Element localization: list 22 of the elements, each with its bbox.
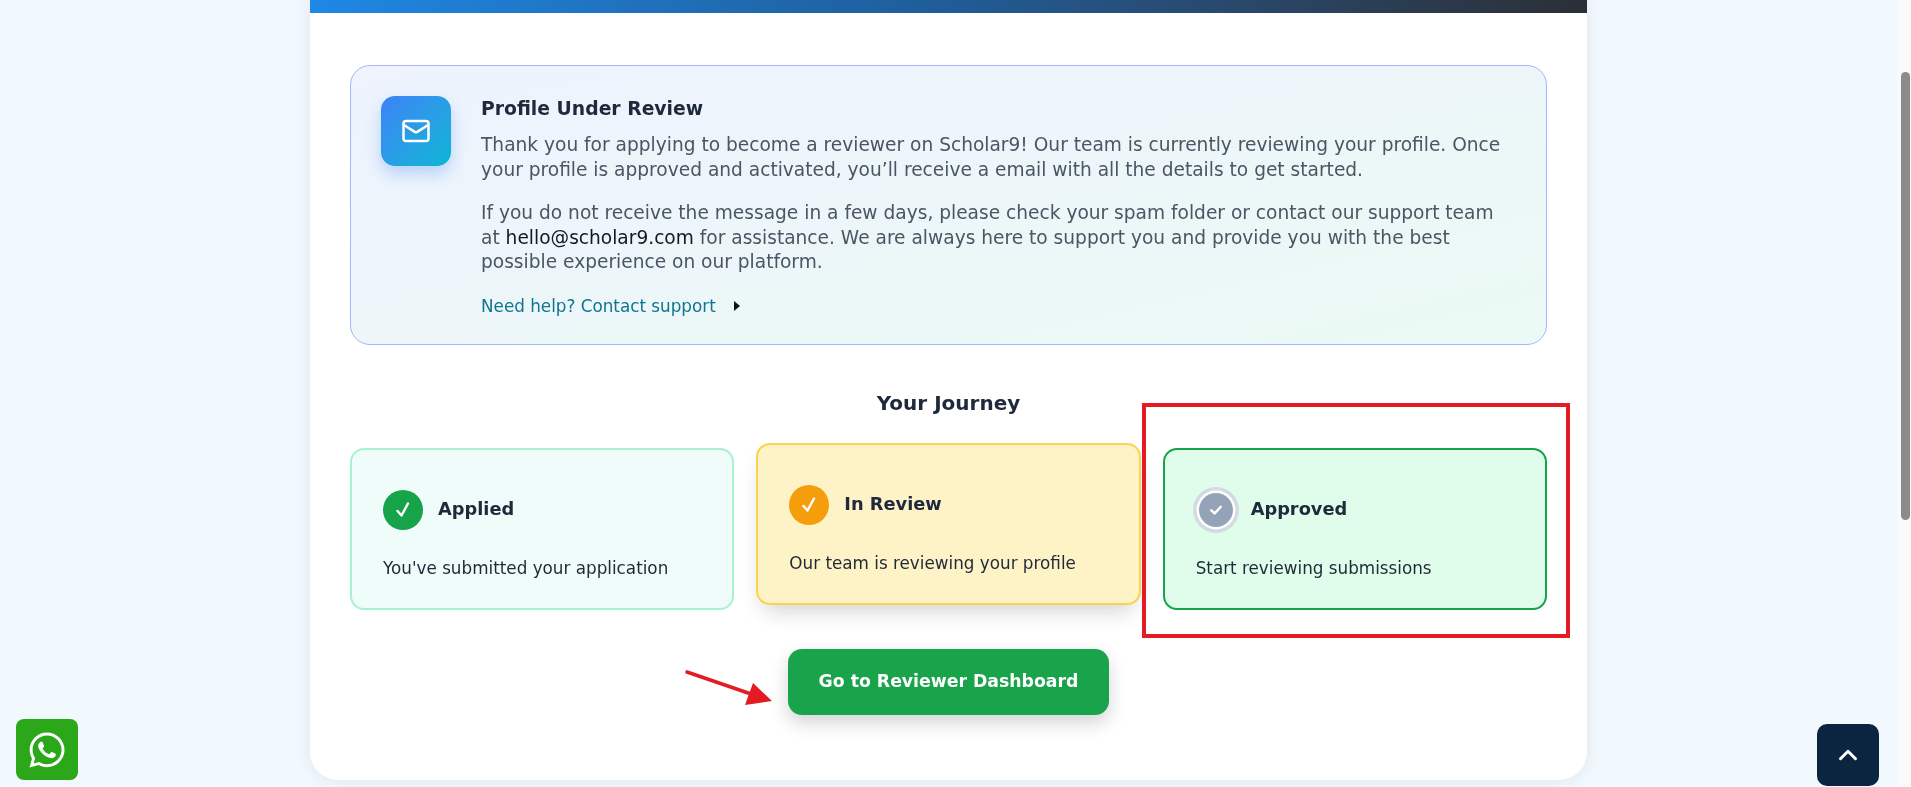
- scrollbar-track[interactable]: [1897, 0, 1911, 787]
- notice-title: Profile Under Review: [481, 97, 704, 121]
- check-circle-icon: [383, 489, 423, 530]
- check-circle-icon: [1192, 486, 1239, 533]
- notice-paragraph: Thank you for applying to become a reviewer on Scholar9! Our team is currently reviewing your profile. Once your profile is approved and activated, you’ll receive a email with all the details to get started.: [481, 133, 1502, 182]
- mail-icon: [381, 96, 451, 166]
- caret-right-icon: [733, 300, 740, 311]
- step-description: Our team is reviewing your profile: [789, 551, 1077, 575]
- step-title: Approved: [1250, 497, 1348, 522]
- notice-paragraph: If you do not receive the message in a few days, please check your spam folder or contact our support team at hello@scholar9.com for assistance. We are always here to support you and provide you with the best possible experience on our platform.: [481, 201, 1495, 274]
- email-link[interactable]: hello@scholar9.com: [505, 226, 694, 248]
- check-circle-icon: [789, 484, 830, 525]
- contact-support-link[interactable]: Need help? Contact support: [481, 293, 740, 318]
- chat-button[interactable]: [16, 719, 78, 780]
- scroll-top-button[interactable]: [1817, 724, 1879, 786]
- step-description: You've submitted your application: [383, 556, 670, 580]
- step-title: In Review: [844, 492, 942, 517]
- journey-title: Your Journey: [876, 389, 1021, 416]
- step-title: Applied: [438, 497, 515, 522]
- step-description: Start reviewing submissions: [1195, 556, 1433, 580]
- scrollbar-thumb[interactable]: [1901, 72, 1910, 520]
- dashboard-button[interactable]: Go to Reviewer Dashboard: [788, 648, 1109, 715]
